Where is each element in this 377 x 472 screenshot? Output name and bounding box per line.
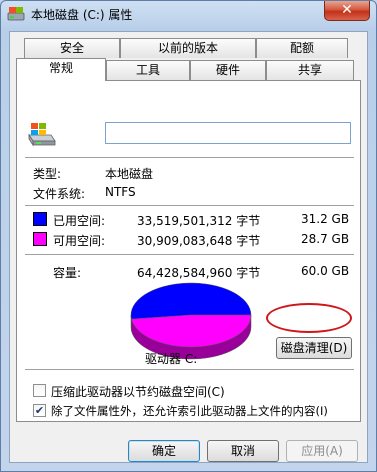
separator <box>25 157 354 158</box>
dialog-body: 安全 以前的版本 配额 常规 工具 硬件 共享 类型: 本地磁盘 文件系统: N… <box>9 31 368 463</box>
used-space-label: 已用空间: <box>53 214 106 228</box>
capacity-label: 容量: <box>53 266 82 280</box>
drive-icon <box>28 123 56 147</box>
tab-general[interactable]: 常规 <box>16 58 106 81</box>
volume-name-input[interactable] <box>105 122 351 144</box>
index-contents-label: 除了文件属性外，还允许索引此驱动器上文件的内容(I) <box>51 404 328 418</box>
pie-slice-used <box>130 282 252 320</box>
free-space-bytes: 30,909,083,648 字节 <box>137 234 261 248</box>
tab-label: 常规 <box>48 61 73 75</box>
tab-previous-versions[interactable]: 以前的版本 <box>120 38 256 58</box>
compress-drive-checkbox[interactable] <box>33 384 46 397</box>
tab-label: 以前的版本 <box>157 41 218 55</box>
highlight-circle <box>266 303 352 333</box>
tab-label: 共享 <box>297 63 322 77</box>
title-bar[interactable]: 本地磁盘 (C:) 属性 ✕ <box>1 1 376 29</box>
separator <box>25 369 354 370</box>
separator <box>25 205 354 206</box>
free-space-color-swatch <box>33 232 47 246</box>
tab-label: 硬件 <box>215 63 240 77</box>
compress-drive-label: 压缩此驱动器以节约磁盘空间(C) <box>51 385 225 399</box>
tab-label: 配额 <box>289 41 314 55</box>
free-space-size: 28.7 GB <box>301 232 350 246</box>
type-label: 类型: <box>33 167 62 181</box>
separator <box>25 254 354 255</box>
window-title: 本地磁盘 (C:) 属性 <box>31 8 133 22</box>
apply-button[interactable]: 应用(A) <box>286 440 358 462</box>
ok-button[interactable]: 确定 <box>128 440 200 462</box>
used-space-size: 31.2 GB <box>301 212 350 226</box>
file-system-label: 文件系统: <box>33 187 86 201</box>
used-space-bytes: 33,519,501,312 字节 <box>137 214 261 228</box>
file-system-value: NTFS <box>105 185 136 199</box>
cancel-button[interactable]: 取消 <box>207 440 279 462</box>
capacity-size: 60.0 GB <box>301 264 350 278</box>
drive-label: 驱动器 C: <box>145 352 198 366</box>
type-value: 本地磁盘 <box>105 167 154 181</box>
close-button[interactable]: ✕ <box>324 1 370 21</box>
tab-label: 工具 <box>135 63 160 77</box>
tab-security[interactable]: 安全 <box>24 38 120 58</box>
properties-window: 本地磁盘 (C:) 属性 ✕ 安全 以前的版本 配额 常规 工具 硬件 共享 类… <box>0 0 377 472</box>
used-space-color-swatch <box>33 212 47 226</box>
disk-cleanup-button[interactable]: 磁盘清理(D) <box>276 337 352 359</box>
tab-quota[interactable]: 配额 <box>256 38 348 58</box>
drive-icon <box>7 7 25 21</box>
tab-label: 安全 <box>59 41 84 55</box>
close-icon: ✕ <box>341 2 353 18</box>
free-space-label: 可用空间: <box>53 234 106 248</box>
tab-sharing[interactable]: 共享 <box>266 60 354 80</box>
index-contents-checkbox[interactable]: ✔ <box>33 404 46 417</box>
tab-hardware[interactable]: 硬件 <box>190 60 266 80</box>
tab-tools[interactable]: 工具 <box>106 60 190 80</box>
general-panel: 类型: 本地磁盘 文件系统: NTFS 已用空间: 33,519,501,312… <box>16 80 361 422</box>
